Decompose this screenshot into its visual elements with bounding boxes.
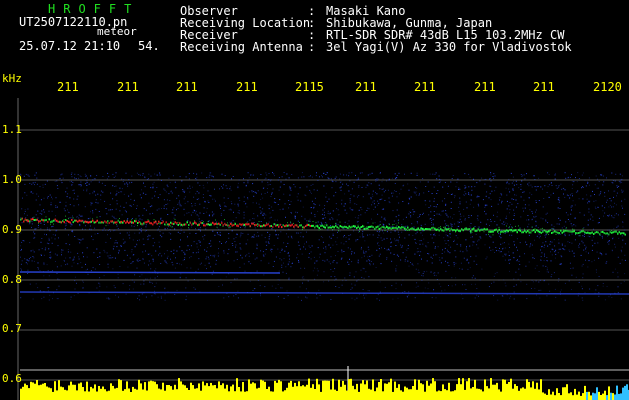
x-tick-label: 211 (533, 80, 555, 94)
antenna-value: 3el Yagi(V) Az 330 for Vladivostok (326, 40, 572, 54)
timestamp: 25.07.12 21:10 (19, 39, 121, 53)
antenna-sep: : (308, 40, 316, 54)
y-tick-label: 0.8 (2, 273, 22, 286)
observation-type: meteor (97, 25, 137, 38)
x-tick-label: 211 (176, 80, 198, 94)
x-tick-label: 211 (236, 80, 258, 94)
frequency-unit-label: kHz (2, 72, 22, 85)
signal-level-strip (20, 366, 629, 400)
y-tick-label: 0.7 (2, 322, 22, 335)
x-tick-label: 211 (474, 80, 496, 94)
app-title: HROFFT (48, 2, 140, 16)
y-tick-label: 0.6 (2, 372, 22, 385)
noise-field (19, 172, 629, 301)
x-tick-label: 211 (355, 80, 377, 94)
grid-lines (17, 98, 629, 400)
x-tick-label: 2120 (593, 80, 622, 94)
y-tick-label: 0.9 (2, 223, 22, 236)
x-tick-label: 211 (414, 80, 436, 94)
y-tick-label: 1.1 (2, 123, 22, 136)
x-tick-label: 2115 (295, 80, 324, 94)
antenna-label: Receiving Antenna (180, 40, 303, 54)
spectrogram-plot (17, 98, 629, 400)
y-tick-label: 1.0 (2, 173, 22, 186)
x-tick-label: 211 (117, 80, 139, 94)
x-tick-label: 211 (57, 80, 79, 94)
meteor-count: 54. (138, 39, 160, 53)
